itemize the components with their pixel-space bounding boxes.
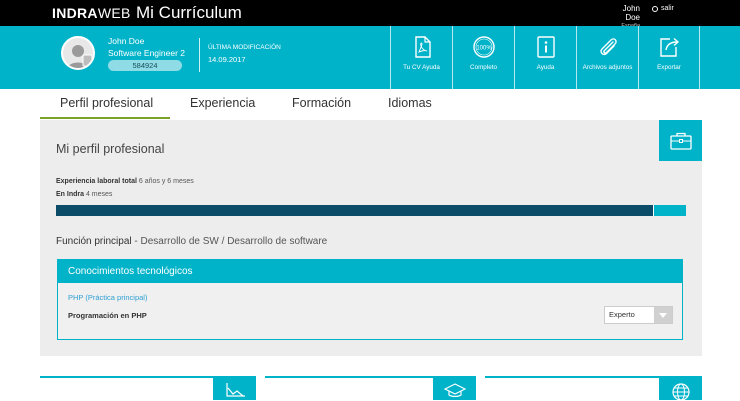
graduation-cap-icon [443, 383, 466, 397]
experience-progress-fill [56, 205, 653, 216]
avatar [61, 36, 95, 70]
indra-experience-value: 4 meses [85, 191, 113, 198]
attachments-button[interactable]: Archivos adjuntos [576, 26, 638, 89]
info-icon [536, 36, 555, 58]
main-function: Función principal - Desarrollo de SW / D… [56, 236, 327, 247]
indra-experience: En Indra 4 meses [56, 191, 112, 198]
logout-button[interactable]: salir [652, 5, 674, 12]
last-modified-label: ÚLTIMA MODIFICACIÓN [208, 44, 281, 51]
experience-progress-bar [56, 205, 686, 216]
attachments-label: Archivos adjuntos [582, 64, 633, 71]
tab-idiomas[interactable]: Idiomas [388, 96, 432, 110]
briefcase-icon [669, 132, 692, 150]
last-modified-date: 14.09.2017 [208, 55, 246, 64]
help-button[interactable]: Ayuda [514, 26, 576, 89]
percent-badge-icon: 100% [472, 36, 495, 58]
total-experience-value: 6 años y 6 meses [138, 178, 194, 185]
total-experience-label: Experiencia laboral total [56, 178, 137, 185]
profile-role: Software Engineer 2 [108, 48, 186, 58]
profile-tabs: Perfil profesional Experiencia Formación… [40, 96, 702, 120]
panel-title: Mi perfil profesional [56, 142, 165, 156]
tab-formacion[interactable]: Formación [292, 96, 351, 110]
education-card-badge [433, 377, 476, 400]
percent-badge-text: 100% [476, 46, 492, 52]
pdf-icon [414, 36, 431, 58]
brand-light: WEB [97, 5, 131, 21]
tab-perfil-profesional[interactable]: Perfil profesional [60, 96, 153, 110]
app-title: Mi Currículum [136, 3, 242, 22]
brand-logo[interactable]: INDRAWEB [52, 5, 131, 21]
complete-label: Completo [470, 64, 497, 71]
brand-bold: INDRA [52, 5, 98, 21]
knowledge-skill: Programación en PHP [68, 311, 147, 320]
main-function-value: - Desarrollo de SW / Desarrollo de softw… [134, 236, 328, 247]
globe-icon [671, 383, 690, 401]
knowledge-header: Conocimientos tecnológicos [58, 260, 682, 283]
skill-level-select[interactable]: Experto [604, 306, 673, 324]
tab-experiencia[interactable]: Experiencia [190, 96, 255, 110]
languages-card-badge [659, 377, 702, 401]
profile-name: John Doe [108, 36, 145, 46]
cv-help-label: Tu CV Ayuda [403, 64, 440, 71]
logout-label: salir [661, 5, 674, 12]
help-label: Ayuda [536, 64, 555, 71]
paperclip-icon [599, 38, 617, 56]
total-experience: Experiencia laboral total 6 años y 6 mes… [56, 178, 194, 185]
indra-experience-label: En Indra [56, 191, 85, 198]
power-icon [652, 5, 658, 12]
export-button[interactable]: Exportar [638, 26, 700, 89]
export-icon [660, 37, 680, 57]
briefcase-badge [659, 120, 702, 161]
action-toolbar: Tu CV Ayuda 100% Completo Ayuda Archivos… [390, 26, 700, 89]
main-function-label: Función principal [56, 236, 132, 247]
cv-help-button[interactable]: Tu CV Ayuda [390, 26, 452, 89]
profile-divider [199, 38, 200, 72]
chart-line-icon [225, 383, 245, 397]
skill-level-value: Experto [609, 310, 635, 319]
chevron-down-icon [654, 307, 672, 323]
export-label: Exportar [657, 64, 681, 71]
active-tab-indicator [40, 117, 170, 119]
experience-card-badge [213, 377, 256, 400]
profile-id-badge: 584924 [108, 60, 182, 71]
knowledge-subtitle[interactable]: PHP (Práctica principal) [68, 293, 147, 302]
complete-button[interactable]: 100% Completo [452, 26, 514, 89]
header-user-name: John Doe [622, 4, 640, 22]
experience-progress-divider [653, 205, 654, 216]
top-bar: INDRAWEB Mi Currículum John Doe España s… [0, 0, 740, 29]
